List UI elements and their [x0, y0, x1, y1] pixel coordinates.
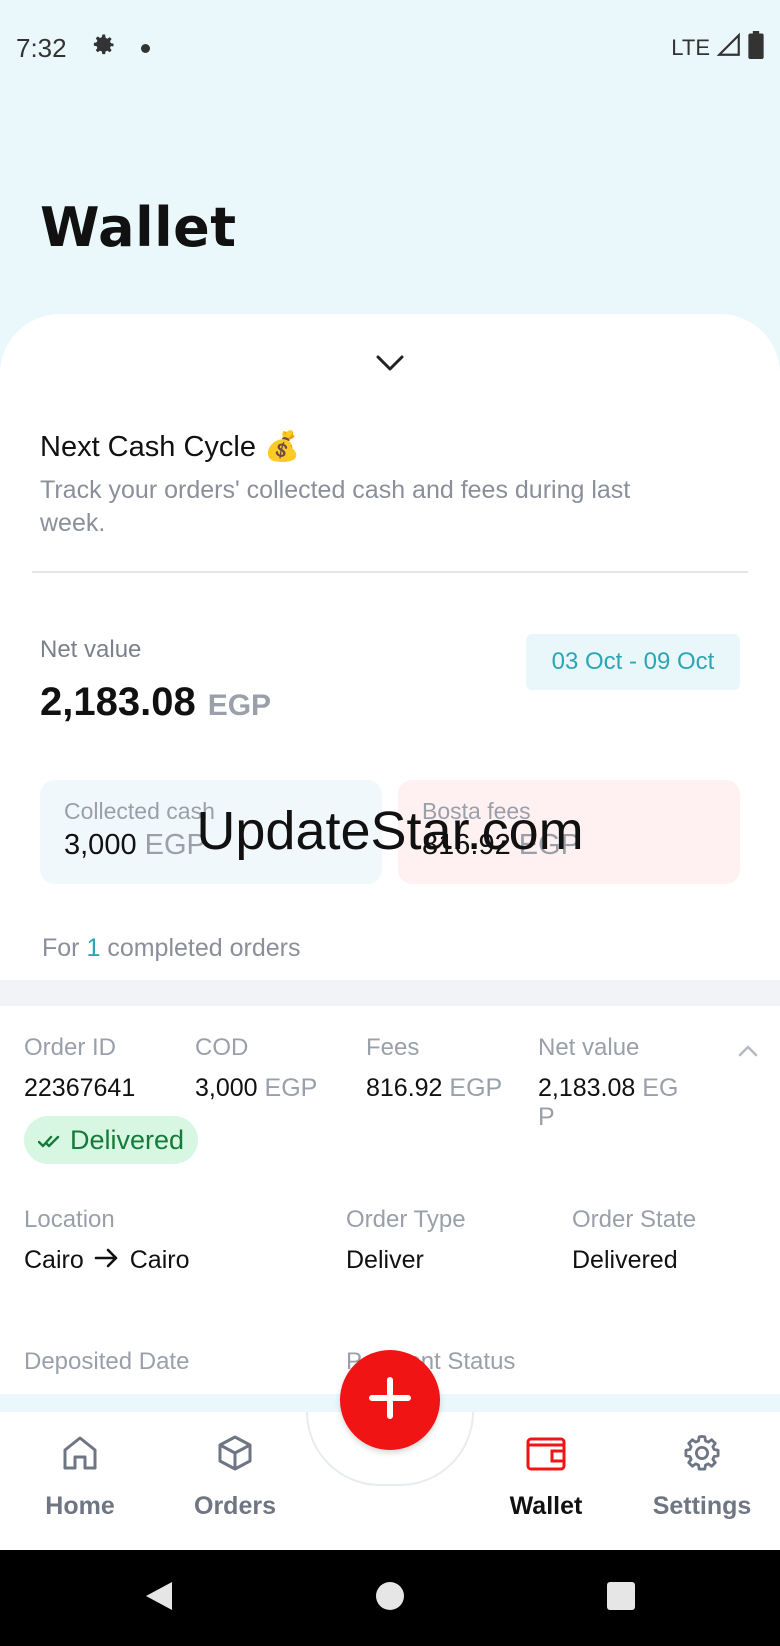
double-check-icon	[37, 1125, 62, 1156]
orders-prefix: For	[42, 934, 80, 962]
recents-icon[interactable]	[606, 1581, 636, 1616]
nav-home-label: Home	[45, 1492, 115, 1520]
nav-orders[interactable]: Orders	[155, 1428, 315, 1521]
order-type-value: Deliver	[346, 1246, 424, 1274]
deposited-date-label: Deposited Date	[24, 1348, 190, 1375]
section-separator	[0, 980, 780, 1006]
cod-column: COD 3,000 EGP	[195, 1034, 317, 1103]
chevron-down-icon[interactable]	[376, 354, 404, 377]
order-state-label: Order State	[572, 1206, 697, 1233]
net-value: 2,183.08 EGP	[40, 680, 271, 725]
collected-cash-amount: 3,000	[64, 829, 137, 861]
status-bar: 7:32 LTE	[0, 0, 780, 96]
location-detail: Location Cairo Cairo	[24, 1206, 190, 1275]
order-state-detail: Order State Delivered	[572, 1206, 696, 1275]
order-type-detail: Order Type Deliver	[346, 1206, 466, 1275]
completed-orders-text: For 1 completed orders	[42, 934, 300, 963]
page-title: Wallet	[40, 196, 237, 259]
collected-cash-value: 3,000 EGP	[64, 829, 358, 862]
cod-value: 3,000 EGP	[195, 1074, 317, 1103]
bosta-fees-amount: 816.92	[422, 829, 511, 861]
order-net-value-label: Net value	[538, 1034, 640, 1061]
status-badge: Delivered	[24, 1116, 199, 1164]
cod-currency: EGP	[264, 1074, 318, 1102]
fees-value: 816.92 EGP	[366, 1074, 502, 1103]
collected-cash-currency: EGP	[144, 829, 206, 861]
bosta-fees-currency: EGP	[518, 829, 581, 861]
cash-cycle-subtitle: Track your orders' collected cash and fe…	[40, 476, 631, 537]
order-net-value-column: Net value 2,183.08 EGP	[538, 1034, 688, 1132]
location-label: Location	[24, 1206, 115, 1233]
order-id-column: Order ID 22367641	[24, 1034, 135, 1103]
bosta-fees-label: Bosta fees	[422, 798, 531, 824]
gear-icon	[89, 31, 117, 66]
back-icon[interactable]	[144, 1580, 174, 1617]
order-id-value: 22367641	[24, 1074, 136, 1102]
fees-currency: EGP	[449, 1074, 503, 1102]
cash-cycle-title: Next Cash Cycle 💰	[40, 431, 301, 463]
date-range-badge[interactable]: 03 Oct - 09 Oct	[526, 634, 740, 690]
location-to: Cairo	[129, 1246, 190, 1274]
order-net-value: 2,183.08 EGP	[538, 1074, 688, 1132]
home-circle-icon[interactable]	[374, 1580, 406, 1617]
fees-label: Fees	[366, 1034, 420, 1061]
divider	[32, 571, 748, 573]
plus-icon	[367, 1375, 413, 1426]
bosta-fees-card: Bosta fees 816.92 EGP	[398, 780, 740, 884]
order-id-label: Order ID	[24, 1034, 117, 1061]
signal-icon	[716, 32, 742, 64]
nav-settings-label: Settings	[652, 1492, 752, 1520]
orders-count: 1	[86, 934, 101, 962]
nav-settings[interactable]: Settings	[622, 1428, 780, 1521]
cod-label: COD	[195, 1034, 249, 1061]
order-type-label: Order Type	[346, 1206, 466, 1233]
net-value-currency: EGP	[207, 689, 272, 722]
notification-dot-icon	[140, 43, 150, 53]
orders-suffix: completed orders	[107, 934, 301, 962]
nav-orders-label: Orders	[194, 1492, 276, 1520]
location-from: Cairo	[24, 1246, 84, 1274]
order-net-value-amount: 2,183.08	[538, 1074, 636, 1102]
fees-column: Fees 816.92 EGP	[366, 1034, 502, 1103]
box-icon	[155, 1428, 315, 1478]
collected-cash-card: Collected cash 3,000 EGP	[40, 780, 382, 884]
nav-wallet-label: Wallet	[509, 1492, 583, 1520]
settings-gear-icon	[622, 1428, 780, 1478]
location-value: Cairo Cairo	[24, 1246, 190, 1275]
battery-icon	[748, 31, 764, 65]
bosta-fees-value: 816.92 EGP	[422, 829, 716, 862]
nav-home[interactable]: Home	[0, 1428, 160, 1521]
cod-amount: 3,000	[195, 1074, 258, 1102]
system-nav-bar	[0, 1550, 780, 1646]
arrow-right-icon	[94, 1246, 120, 1275]
chevron-up-icon[interactable]	[738, 1044, 758, 1062]
net-value-label: Net value	[40, 636, 142, 663]
home-icon	[0, 1428, 160, 1478]
deposited-date-detail: Deposited Date	[24, 1348, 189, 1376]
status-time: 7:32	[16, 32, 67, 63]
nav-wallet[interactable]: Wallet	[466, 1428, 626, 1521]
collected-cash-label: Collected cash	[64, 798, 215, 824]
order-state-value: Delivered	[572, 1246, 678, 1274]
fees-amount: 816.92	[366, 1074, 443, 1102]
add-button[interactable]	[340, 1350, 440, 1450]
wallet-icon	[466, 1428, 626, 1478]
network-type: LTE	[671, 35, 710, 60]
net-value-amount: 2,183.08	[40, 680, 196, 724]
wallet-sheet: Next Cash Cycle 💰 Track your orders' col…	[0, 314, 780, 1394]
status-badge-label: Delivered	[70, 1124, 185, 1155]
